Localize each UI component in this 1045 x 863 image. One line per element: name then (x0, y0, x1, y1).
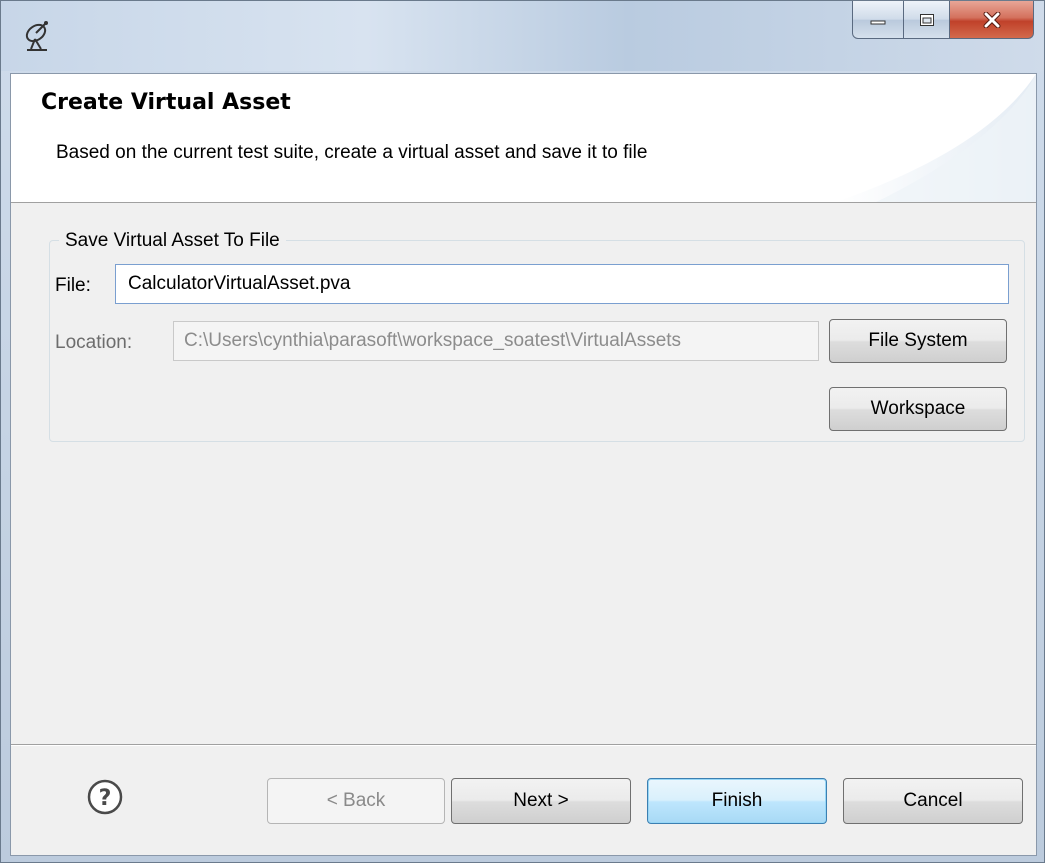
group-legend: Save Virtual Asset To File (59, 230, 286, 252)
file-system-button[interactable]: File System (829, 319, 1007, 363)
close-icon (983, 11, 1000, 28)
footer-separator (11, 744, 1036, 746)
minimize-icon (870, 20, 886, 24)
location-input (173, 321, 819, 361)
location-label: Location: (55, 332, 133, 353)
satellite-dish-icon (25, 21, 48, 51)
file-label: File: (55, 275, 91, 296)
maximize-icon (919, 13, 934, 26)
wizard-banner: Create Virtual Asset Based on the curren… (11, 74, 1036, 203)
caption-buttons (852, 1, 1034, 39)
banner-decoration (836, 74, 1036, 202)
back-button[interactable]: < Back (267, 778, 445, 824)
wizard-description: Based on the current test suite, create … (56, 142, 648, 163)
dialog-window: Create Virtual Asset Based on the curren… (0, 0, 1045, 863)
svg-text:?: ? (99, 786, 112, 811)
close-button[interactable] (950, 1, 1034, 39)
title-bar[interactable] (1, 1, 1044, 71)
cancel-button[interactable]: Cancel (843, 778, 1023, 824)
maximize-button[interactable] (904, 1, 950, 39)
help-icon[interactable]: ? (87, 779, 123, 815)
wizard-title: Create Virtual Asset (41, 90, 291, 115)
dialog-client-area: Create Virtual Asset Based on the curren… (10, 73, 1037, 856)
workspace-button[interactable]: Workspace (829, 387, 1007, 431)
minimize-button[interactable] (852, 1, 904, 39)
file-input[interactable] (115, 264, 1009, 304)
next-button[interactable]: Next > (451, 778, 631, 824)
finish-button[interactable]: Finish (647, 778, 827, 824)
